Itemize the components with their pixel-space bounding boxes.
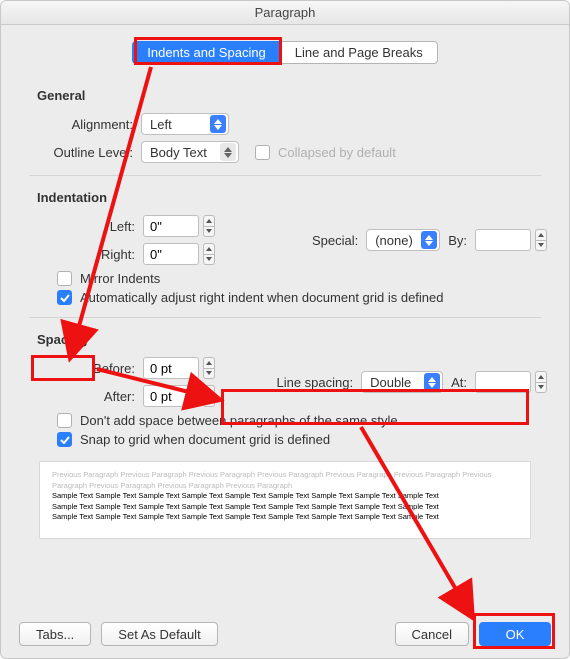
after-label: After:: [23, 389, 143, 404]
outline-level-label: Outline Level:: [23, 145, 141, 160]
special-value: (none): [375, 233, 421, 248]
indent-right-label: Right:: [23, 247, 143, 262]
stepper[interactable]: [203, 357, 215, 379]
special-select[interactable]: (none): [366, 229, 440, 251]
at-label: At:: [451, 375, 467, 390]
cancel-button[interactable]: Cancel: [395, 622, 469, 646]
section-spacing: Spacing: [37, 332, 547, 347]
preview-sample-text: Sample Text Sample Text Sample Text Samp…: [52, 502, 518, 513]
snap-to-grid-label: Snap to grid when document grid is defin…: [80, 432, 330, 447]
tab-indents-spacing[interactable]: Indents and Spacing: [132, 41, 280, 64]
stepper[interactable]: [535, 371, 547, 393]
mirror-indents-checkbox[interactable]: [57, 271, 72, 286]
set-default-button[interactable]: Set As Default: [101, 622, 217, 646]
snap-to-grid-checkbox[interactable]: [57, 432, 72, 447]
stepper[interactable]: [203, 215, 215, 237]
outline-level-select[interactable]: Body Text: [141, 141, 239, 163]
divider: [29, 175, 541, 176]
divider: [29, 317, 541, 318]
dont-add-space-checkbox[interactable]: [57, 413, 72, 428]
line-spacing-label: Line spacing:: [276, 375, 353, 390]
before-input[interactable]: [143, 357, 199, 379]
tabs-button[interactable]: Tabs...: [19, 622, 91, 646]
stepper[interactable]: [203, 243, 215, 265]
indent-left-label: Left:: [23, 219, 143, 234]
updown-icon: [210, 115, 226, 133]
line-spacing-value: Double: [370, 375, 424, 390]
dont-add-space-label: Don't add space between paragraphs of th…: [80, 413, 398, 428]
updown-icon: [220, 143, 236, 161]
section-indentation: Indentation: [37, 190, 547, 205]
window-title: Paragraph: [1, 1, 569, 25]
after-input[interactable]: [143, 385, 199, 407]
stepper[interactable]: [535, 229, 547, 251]
updown-icon: [424, 373, 440, 391]
alignment-label: Alignment:: [23, 117, 141, 132]
indent-left-input[interactable]: [143, 215, 199, 237]
preview-previous-text: Previous Paragraph Previous Paragraph Pr…: [52, 470, 518, 491]
outline-level-value: Body Text: [150, 145, 220, 160]
before-label: Before:: [23, 361, 143, 376]
auto-adjust-label: Automatically adjust right indent when d…: [80, 290, 444, 305]
ok-button[interactable]: OK: [479, 622, 551, 646]
indent-right-input[interactable]: [143, 243, 199, 265]
collapsed-checkbox: [255, 145, 270, 160]
alignment-value: Left: [150, 117, 210, 132]
special-label: Special:: [312, 233, 358, 248]
updown-icon: [421, 231, 437, 249]
collapsed-label: Collapsed by default: [278, 145, 396, 160]
tab-line-page-breaks[interactable]: Line and Page Breaks: [280, 41, 438, 64]
mirror-indents-label: Mirror Indents: [80, 271, 160, 286]
preview-pane: Previous Paragraph Previous Paragraph Pr…: [39, 461, 531, 539]
line-spacing-select[interactable]: Double: [361, 371, 443, 393]
preview-sample-text: Sample Text Sample Text Sample Text Samp…: [52, 491, 518, 502]
at-input[interactable]: [475, 371, 531, 393]
auto-adjust-checkbox[interactable]: [57, 290, 72, 305]
by-label: By:: [448, 233, 467, 248]
section-general: General: [37, 88, 547, 103]
preview-sample-text: Sample Text Sample Text Sample Text Samp…: [52, 512, 518, 523]
alignment-select[interactable]: Left: [141, 113, 229, 135]
stepper[interactable]: [203, 385, 215, 407]
by-input[interactable]: [475, 229, 531, 251]
